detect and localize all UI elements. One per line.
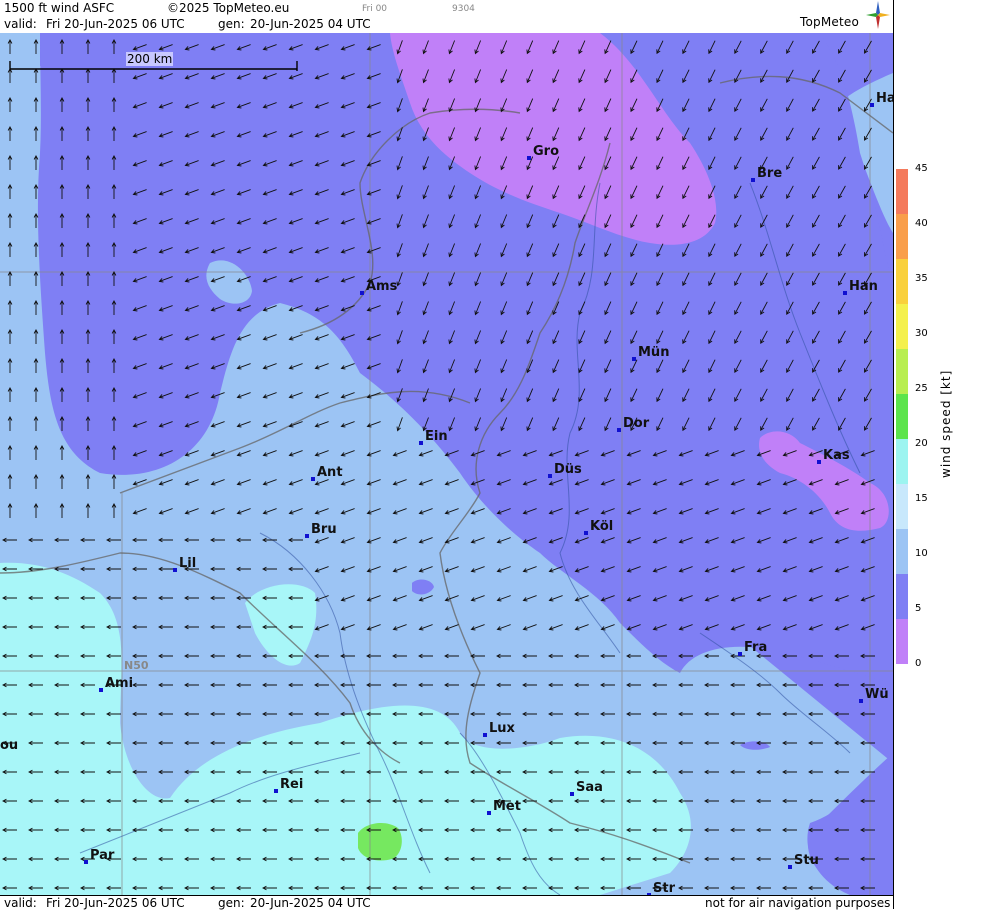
legend-tick: 30 — [915, 328, 928, 339]
city-dot — [483, 733, 487, 737]
city-name: Rei — [280, 777, 304, 792]
city-name: Met — [493, 799, 521, 814]
legend-color-segment — [896, 619, 908, 664]
legend-tick: 0 — [915, 658, 922, 669]
legend-color-segment — [896, 259, 908, 305]
city-name: Kas — [823, 448, 850, 463]
city-dot — [419, 441, 423, 445]
latitude-label: N50 — [124, 659, 149, 672]
city-dot — [738, 652, 742, 656]
legend-color-segment — [896, 439, 908, 485]
legend-tick: 20 — [915, 438, 928, 449]
legend-tick: 15 — [915, 493, 928, 504]
legend-tick: 35 — [915, 273, 928, 284]
city-dot — [584, 531, 588, 535]
legend-tick: 40 — [915, 218, 928, 229]
legend-color-segment — [896, 484, 908, 530]
city-name: Dor — [623, 416, 650, 431]
city-dot — [173, 568, 177, 572]
footer-valid-label: valid: — [4, 896, 37, 910]
city-dot — [817, 460, 821, 464]
map-header: 1500 ft wind ASFC ©2025 TopMeteo.eu Fri … — [0, 0, 893, 34]
city-dot — [360, 291, 364, 295]
city-name: Ant — [317, 465, 343, 480]
city-name: Fra — [744, 640, 768, 655]
city-dot — [870, 103, 874, 107]
city-dot — [617, 428, 621, 432]
legend-tick: 45 — [915, 163, 928, 174]
wind-speed-legend: 45 40 35 30 25 20 15 10 5 0 wind speed [kt] — [893, 0, 983, 909]
city-dot — [274, 789, 278, 793]
valid-label: valid: — [4, 17, 37, 31]
legend-color-segment — [896, 394, 908, 440]
footer-valid-time: Fri 20-Jun-2025 06 UTC — [46, 896, 185, 910]
legend-color-segment — [896, 529, 908, 575]
city-name: Gro — [533, 144, 560, 159]
city-name: ou — [0, 738, 19, 753]
copyright: ©2025 TopMeteo.eu — [167, 1, 290, 15]
legend-tick: 10 — [915, 548, 928, 559]
legend-color-segment — [896, 304, 908, 350]
city-name: Saa — [576, 780, 603, 795]
legend-color-segment — [896, 574, 908, 620]
city-name: Düs — [554, 462, 582, 477]
topmeteo-logo: TopMeteo — [796, 1, 891, 32]
product-title: 1500 ft wind ASFC — [4, 1, 115, 15]
city-dot — [527, 156, 531, 160]
logo-text: TopMeteo — [800, 15, 860, 29]
city-dot — [487, 811, 491, 815]
city-dot — [843, 291, 847, 295]
compass-star-icon — [866, 1, 890, 29]
city-name: Ams — [366, 279, 398, 294]
city-name: Ein — [425, 429, 448, 444]
legend-title: wind speed [kt] — [939, 369, 953, 478]
legend-color-bar — [896, 169, 908, 664]
run-tag: Fri 00 — [362, 4, 388, 14]
city-name: Bre — [757, 166, 783, 181]
footer-gen-time: 20-Jun-2025 04 UTC — [250, 896, 371, 910]
footer-gen-label: gen: — [218, 896, 245, 910]
map-footer: valid: Fri 20-Jun-2025 06 UTC gen: 20-Ju… — [0, 895, 893, 910]
city-name: Mün — [638, 345, 670, 360]
legend-color-segment — [896, 214, 908, 260]
city-name: Ha — [876, 91, 893, 106]
scale-label: 200 km — [126, 52, 174, 66]
legend-tick: 25 — [915, 383, 928, 394]
city-dot — [305, 534, 309, 538]
city-name: Wü — [865, 687, 889, 702]
city-dot — [84, 860, 88, 864]
city-dot — [570, 792, 574, 796]
city-name: Han — [849, 279, 878, 294]
disclaimer: not for air navigation purposes — [705, 896, 891, 910]
city-name: Par — [90, 848, 115, 863]
legend-tick: 5 — [915, 603, 922, 614]
wind-field — [0, 33, 893, 895]
city-name: Ami — [105, 676, 134, 691]
city-dot — [311, 477, 315, 481]
wind-map[interactable]: 200 km N50 Gro Bre Ha Ams Han Mün Ein Dor Kas Ant… — [0, 33, 893, 895]
city-name: Bru — [311, 522, 337, 537]
gen-label: gen: — [218, 17, 245, 31]
city-name: Köl — [590, 519, 614, 534]
city-dot — [788, 865, 792, 869]
city-name: Stu — [794, 853, 819, 868]
product-code: 9304 — [452, 4, 475, 14]
city-name: Lil — [179, 556, 197, 571]
city-dot — [859, 699, 863, 703]
gen-time: 20-Jun-2025 04 UTC — [250, 17, 371, 31]
valid-time: Fri 20-Jun-2025 06 UTC — [46, 17, 185, 31]
city-name: Lux — [489, 721, 515, 736]
city-dot — [548, 474, 552, 478]
city-dot — [751, 178, 755, 182]
city-name: Str — [653, 881, 675, 895]
city-dot — [99, 688, 103, 692]
legend-color-segment — [896, 349, 908, 395]
legend-color-segment — [896, 169, 908, 215]
city-dot — [632, 357, 636, 361]
